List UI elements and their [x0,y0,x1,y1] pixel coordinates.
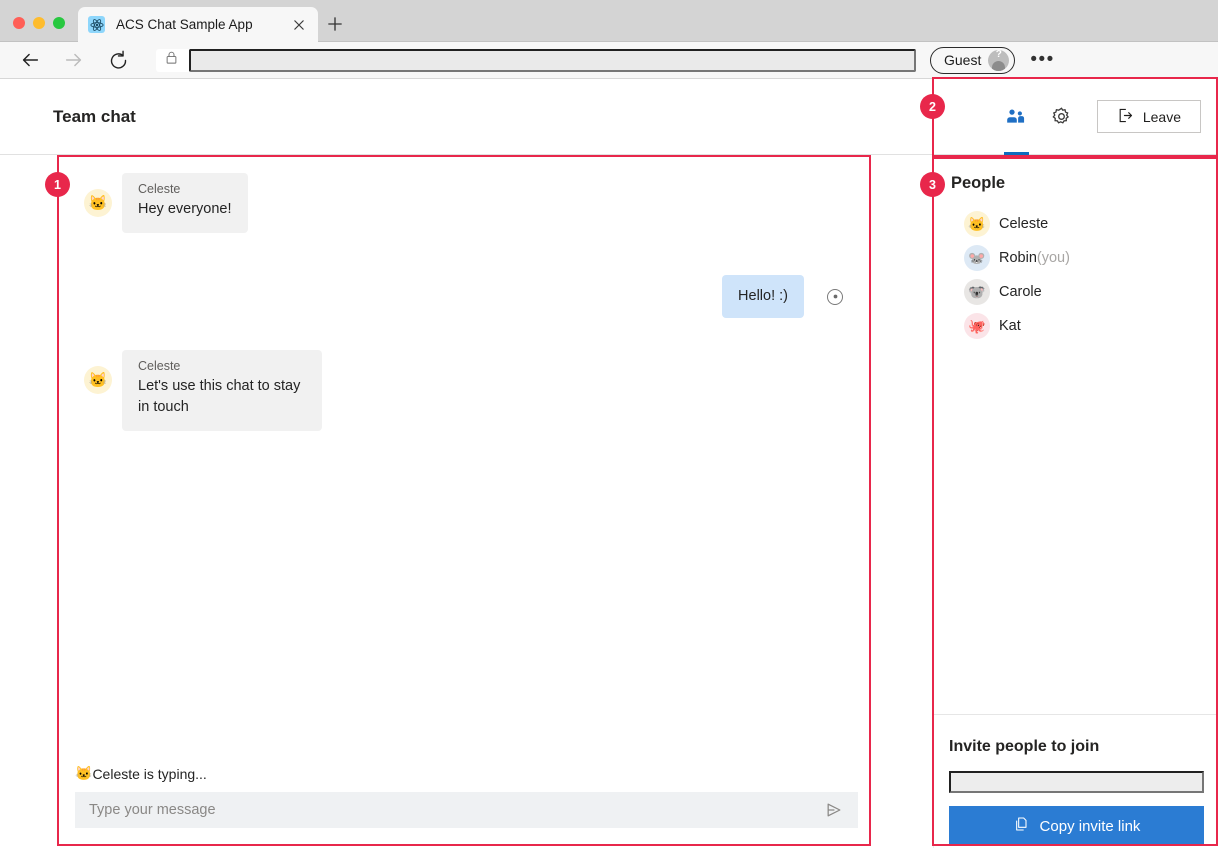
participant-name: Carole [999,284,1042,300]
people-list: 🐱 Celeste 🐭 Robin (you) 🐨 Carole 🐙 Kat [934,207,1218,343]
maximize-window-button[interactable] [53,17,65,29]
plus-icon[interactable] [325,14,345,34]
avatar: 🐱 [84,189,112,217]
avatar: 🐨 [964,279,990,305]
annotation-badge-3: 3 [920,172,945,197]
browser-window: ACS Chat Sample App Guest ? ••• Team cha… [0,0,1218,848]
message-bubble[interactable]: Hello! :) [722,275,804,318]
send-icon[interactable] [810,792,858,828]
invite-link-input[interactable] [949,771,1204,793]
close-window-button[interactable] [13,17,25,29]
close-icon[interactable] [290,16,308,34]
message-input[interactable] [75,802,810,818]
annotation-badge-2: 2 [920,94,945,119]
message-bubble[interactable]: Celeste Hey everyone! [122,173,248,233]
chat-header: Team chat [0,79,933,155]
chat-panel: 🐱 Celeste Hey everyone! Hello! :) 🐱 Cele… [0,155,933,848]
participant-name: Celeste [999,216,1049,232]
list-item[interactable]: 🐨 Carole [934,275,1218,309]
leave-button[interactable]: Leave [1096,100,1201,133]
message-composer [75,792,858,828]
message-text: Let's use this chat to stay in touch [138,378,301,415]
address-bar[interactable] [156,48,916,72]
window-controls [13,17,65,29]
message-sender: Celeste [138,182,181,196]
people-panel-title: People [951,174,1006,192]
panel-toolbar: Leave [933,79,1218,155]
avatar: 🐙 [964,313,990,339]
page-title: Team chat [53,106,136,126]
ellipsis-icon[interactable]: ••• [1030,50,1054,69]
browser-tab-title: ACS Chat Sample App [116,17,253,32]
minimize-window-button[interactable] [33,17,45,29]
message-row: 🐱 Celeste Let's use this chat to stay in… [0,350,933,431]
seen-icon [827,288,843,305]
people-icon[interactable] [993,79,1039,155]
message-text: Hey everyone! [138,201,232,217]
lock-icon [164,50,179,70]
copy-invite-link-button[interactable]: Copy invite link [949,806,1204,846]
message-bubble[interactable]: Celeste Let's use this chat to stay in t… [122,350,322,431]
profile-button[interactable]: Guest ? [930,46,1016,74]
list-item[interactable]: 🐭 Robin (you) [934,241,1218,275]
list-item[interactable]: 🐱 Celeste [934,207,1218,241]
people-panel: People 🐱 Celeste 🐭 Robin (you) 🐨 Carole [933,155,1218,848]
gear-icon[interactable] [1039,79,1085,155]
profile-label: Guest [944,52,982,68]
copy-icon [1013,816,1029,836]
message-row: 🐱 Celeste Hey everyone! [0,173,933,233]
browser-tabstrip: ACS Chat Sample App [0,0,1218,42]
avatar: 🐱 [84,366,112,394]
message-sender: Celeste [138,359,181,373]
address-input[interactable] [189,48,916,72]
sign-out-icon [1117,107,1134,127]
participant-name: Robin [999,250,1037,266]
invite-title: Invite people to join [949,738,1100,755]
participant-name: Kat [999,318,1021,334]
react-logo-icon [88,16,105,33]
browser-navbar: Guest ? ••• [0,42,1218,79]
message-text: Hello! :) [738,288,788,304]
annotation-badge-1: 1 [45,172,70,197]
acs-chat-app: Team chat Leave 🐱 Celeste Hey everyone! … [0,79,1218,848]
reload-icon[interactable] [106,48,130,72]
invite-section: Invite people to join Copy invite link [934,714,1218,848]
guest-avatar-icon: ? [988,49,1010,71]
browser-tab[interactable]: ACS Chat Sample App [78,7,318,42]
typing-avatar: 🐱 [75,765,93,781]
participant-suffix: (you) [1036,250,1070,266]
avatar: 🐱 [964,211,990,237]
message-list: 🐱 Celeste Hey everyone! Hello! :) 🐱 Cele… [0,155,933,780]
copy-invite-link-label: Copy invite link [1039,817,1141,835]
typing-indicator: 🐱 Celeste is typing... [75,765,207,782]
message-row: Hello! :) [0,275,933,318]
typing-text: Celeste is typing... [92,765,207,782]
back-arrow-icon[interactable] [18,48,42,72]
forward-arrow-icon [62,48,86,72]
leave-button-label: Leave [1142,108,1181,125]
avatar: 🐭 [964,245,990,271]
list-item[interactable]: 🐙 Kat [934,309,1218,343]
